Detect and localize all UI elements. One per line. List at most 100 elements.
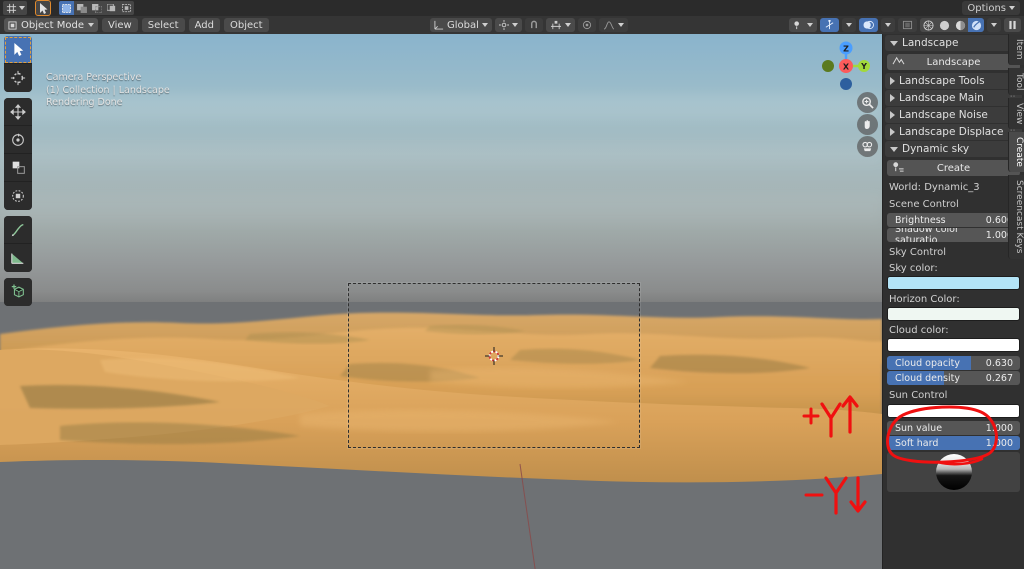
shadow-saturation-slider[interactable]: Shadow color saturatio 1.000 — [887, 228, 1020, 242]
wireframe-icon[interactable] — [920, 18, 936, 32]
rendered-icon[interactable] — [968, 18, 984, 32]
soft-hard-slider[interactable]: Soft hard 1.000 — [887, 436, 1020, 450]
snap-toggle[interactable] — [524, 18, 543, 32]
cloud-color-label: Cloud color: — [889, 325, 949, 336]
select-subtract-icon[interactable] — [89, 1, 104, 15]
select-extend-icon[interactable] — [74, 1, 89, 15]
horizon-color-swatch[interactable] — [887, 307, 1020, 321]
navigation-gizmo[interactable]: X Z Y — [818, 38, 874, 94]
create-label: Create — [936, 162, 971, 174]
sun-value-slider[interactable]: Sun value 1.000 — [887, 421, 1020, 435]
rotate-tool[interactable] — [4, 126, 32, 154]
transform-orientation-dropdown[interactable]: Global — [430, 18, 492, 32]
menu-select[interactable]: Select — [141, 18, 185, 32]
zoom-button[interactable] — [857, 92, 878, 113]
menu-object[interactable]: Object — [223, 18, 269, 32]
select-set-icon[interactable] — [59, 1, 74, 15]
panel-landscape-main[interactable]: Landscape Main ⠿ — [885, 90, 1022, 106]
chevron-down-icon — [846, 23, 852, 27]
viewport-info-overlay: Camera Perspective (1) Collection | Land… — [46, 72, 170, 110]
sun-control-label: Sun Control — [889, 390, 948, 401]
material-preview-icon[interactable] — [952, 18, 968, 32]
proportional-editing-toggle[interactable] — [577, 18, 596, 32]
create-sky-button[interactable]: Create — [887, 160, 1020, 176]
cloud-opacity-slider[interactable]: Cloud opacity 0.630 — [887, 356, 1020, 370]
triangle-right-icon — [890, 111, 895, 119]
cursor-tool[interactable] — [4, 64, 32, 92]
cloud-color-swatch[interactable] — [887, 338, 1020, 352]
landscape-operator-label: Landscape — [926, 56, 981, 68]
gizmo-options-dropdown[interactable] — [842, 18, 856, 32]
editor-type-icon[interactable] — [3, 1, 27, 15]
options-label: Options — [967, 2, 1006, 14]
svg-text:Z: Z — [843, 45, 849, 54]
landscape-operator-button[interactable]: Landscape — [887, 54, 1020, 70]
xray-toggle[interactable] — [898, 18, 917, 32]
properties-sidebar: Landscape ⠿ Landscape Landscape Tools ⠿ … — [882, 34, 1024, 569]
panel-title: Landscape Main — [899, 92, 984, 104]
triangle-right-icon — [890, 128, 895, 136]
transform-tool[interactable] — [4, 182, 32, 210]
panel-landscape-tools[interactable]: Landscape Tools ⠿ — [885, 73, 1022, 89]
sun-direction-sphere[interactable] — [887, 452, 1020, 492]
gizmo-toggle[interactable] — [820, 18, 839, 32]
panel-title: Dynamic sky — [902, 143, 970, 155]
panel-title: Landscape Noise — [899, 109, 988, 121]
soft-hard-label: Soft hard — [895, 437, 939, 449]
mode-label: Object Mode — [21, 19, 84, 31]
snap-target-dropdown[interactable] — [545, 18, 575, 32]
3d-viewport[interactable]: Camera Perspective (1) Collection | Land… — [0, 34, 882, 569]
editor-type-group — [3, 1, 28, 15]
camera-view-button[interactable] — [857, 136, 878, 157]
select-intersect-icon[interactable] — [119, 1, 134, 15]
cloud-density-slider[interactable]: Cloud density 0.267 — [887, 371, 1020, 385]
camera-passepartout-frame — [347, 282, 641, 449]
overlays-toggle[interactable] — [859, 18, 878, 32]
solid-icon[interactable] — [936, 18, 952, 32]
pan-button[interactable] — [857, 114, 878, 135]
select-mode-group — [59, 1, 138, 15]
world-name-label: World: Dynamic_3 — [889, 182, 980, 193]
move-tool[interactable] — [4, 98, 32, 126]
triangle-right-icon — [890, 94, 895, 102]
visibility-dropdown[interactable] — [789, 18, 817, 32]
tab-tool[interactable]: Tool — [1008, 67, 1024, 95]
pivot-point-dropdown[interactable] — [494, 18, 522, 32]
scene-control-label: Scene Control — [889, 199, 959, 210]
panel-title: Landscape — [902, 37, 959, 49]
tab-create[interactable]: Create — [1008, 132, 1024, 173]
toolbar — [4, 36, 32, 311]
options-dropdown[interactable]: Options — [962, 1, 1020, 15]
dynamic-sky-icon — [892, 161, 905, 176]
scale-tool[interactable] — [4, 154, 32, 182]
tab-screencast-keys[interactable]: Screencast Keys — [1008, 175, 1024, 259]
cursor-select-icon[interactable] — [35, 0, 51, 16]
select-invert-icon[interactable] — [104, 1, 119, 15]
brightness-slider[interactable]: Brightness 0.600 — [887, 213, 1020, 227]
add-cube-tool[interactable] — [4, 278, 32, 306]
sky-color-swatch[interactable] — [887, 276, 1020, 290]
overlays-options-dropdown[interactable] — [881, 18, 895, 32]
chevron-down-icon — [991, 23, 997, 27]
panel-title: Landscape Tools — [899, 75, 985, 87]
panel-dynamic-sky[interactable]: Dynamic sky ⠿ — [885, 141, 1022, 157]
falloff-curve-dropdown[interactable] — [598, 18, 628, 32]
shading-options-dropdown[interactable] — [987, 18, 1001, 32]
cloud-density-label: Cloud density — [895, 372, 960, 384]
chevron-down-icon — [481, 23, 488, 27]
tweak-select-box-tool[interactable] — [4, 36, 32, 64]
panel-landscape-noise[interactable]: Landscape Noise ⠿ — [885, 107, 1022, 123]
panel-landscape-displace[interactable]: Landscape Displace ⠿ — [885, 124, 1022, 140]
sun-color-swatch[interactable] — [887, 404, 1020, 418]
menu-view[interactable]: View — [102, 18, 138, 32]
tab-view[interactable]: View — [1008, 97, 1024, 130]
measure-tool[interactable] — [4, 244, 32, 272]
top-bar: Options — [0, 0, 1024, 16]
annotate-tool[interactable] — [4, 216, 32, 244]
tab-item[interactable]: Item — [1008, 34, 1024, 65]
menu-add[interactable]: Add — [188, 18, 220, 32]
object-mode-dropdown[interactable]: Object Mode — [4, 18, 98, 32]
panel-landscape[interactable]: Landscape ⠿ — [885, 35, 1022, 51]
pause-icon[interactable] — [1004, 18, 1021, 32]
panel-title: Landscape Displace — [899, 126, 1004, 138]
